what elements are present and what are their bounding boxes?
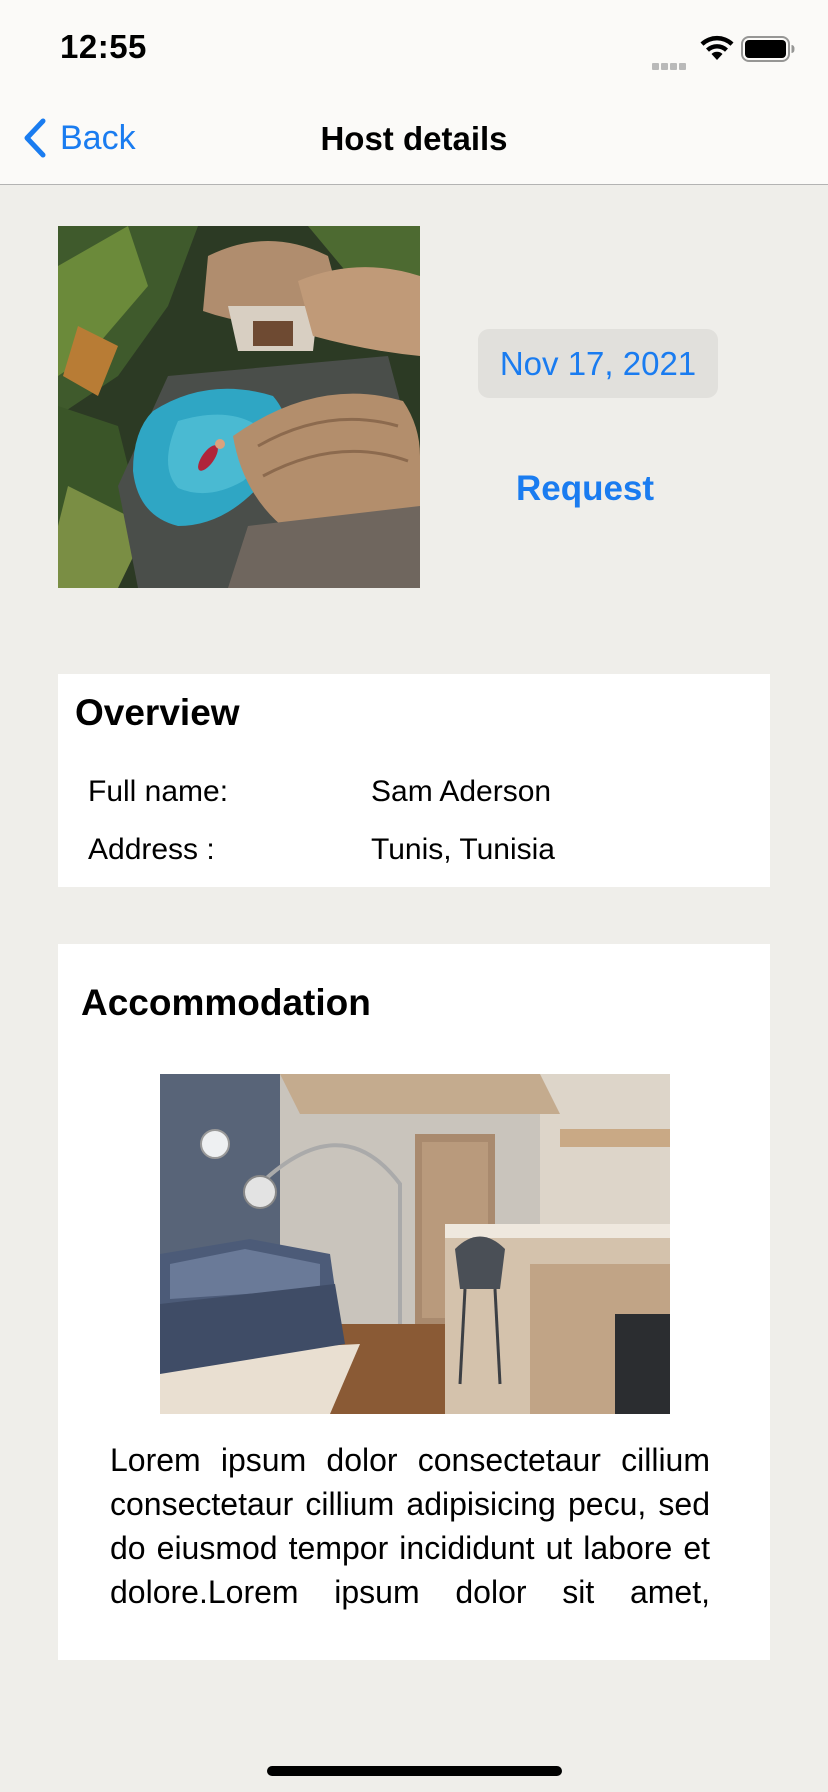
battery-icon [741,36,795,62]
home-indicator[interactable] [267,1766,562,1776]
address-label: Address : [88,833,215,866]
navigation-bar: Back Host details [0,92,828,185]
request-button[interactable]: Request [478,462,692,516]
accommodation-description: Lorem ipsum dolor consectetaur cillium c… [110,1442,710,1610]
page-title: Host details [320,120,508,157]
status-bar: 12:55 [0,0,828,92]
overview-title: Overview [75,692,240,733]
wifi-icon [700,35,734,60]
address-value: Tunis, Tunisia [371,833,555,866]
accommodation-card: Accommodation Lorem ipsum dolor consecte… [58,944,770,1660]
status-time: 12:55 [60,28,147,65]
overview-card: Overview Full name: Sam Aderson Address … [58,674,770,887]
accommodation-title: Accommodation [81,982,371,1023]
date-picker-button[interactable]: Nov 17, 2021 [478,329,718,398]
full-name-value: Sam Aderson [371,775,552,808]
accommodation-photo [160,1074,670,1414]
full-name-label: Full name: [88,775,229,808]
host-photo [58,226,420,588]
cellular-signal-icon [652,52,690,70]
